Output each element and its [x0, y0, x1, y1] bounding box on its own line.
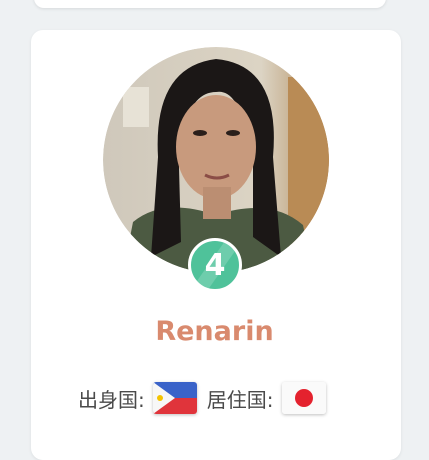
username[interactable]: Renarin — [0, 316, 429, 347]
level-badge: 4 — [188, 238, 242, 292]
residence-country-label: 居住国: — [206, 387, 274, 412]
japan-flag-icon — [281, 382, 326, 414]
level-number: 4 — [204, 247, 226, 283]
philippines-flag-icon — [152, 382, 197, 414]
previous-card — [34, 0, 386, 8]
birth-country-label: 出身国: — [78, 387, 145, 412]
country-info: 出身国: 居住国: — [78, 380, 336, 416]
